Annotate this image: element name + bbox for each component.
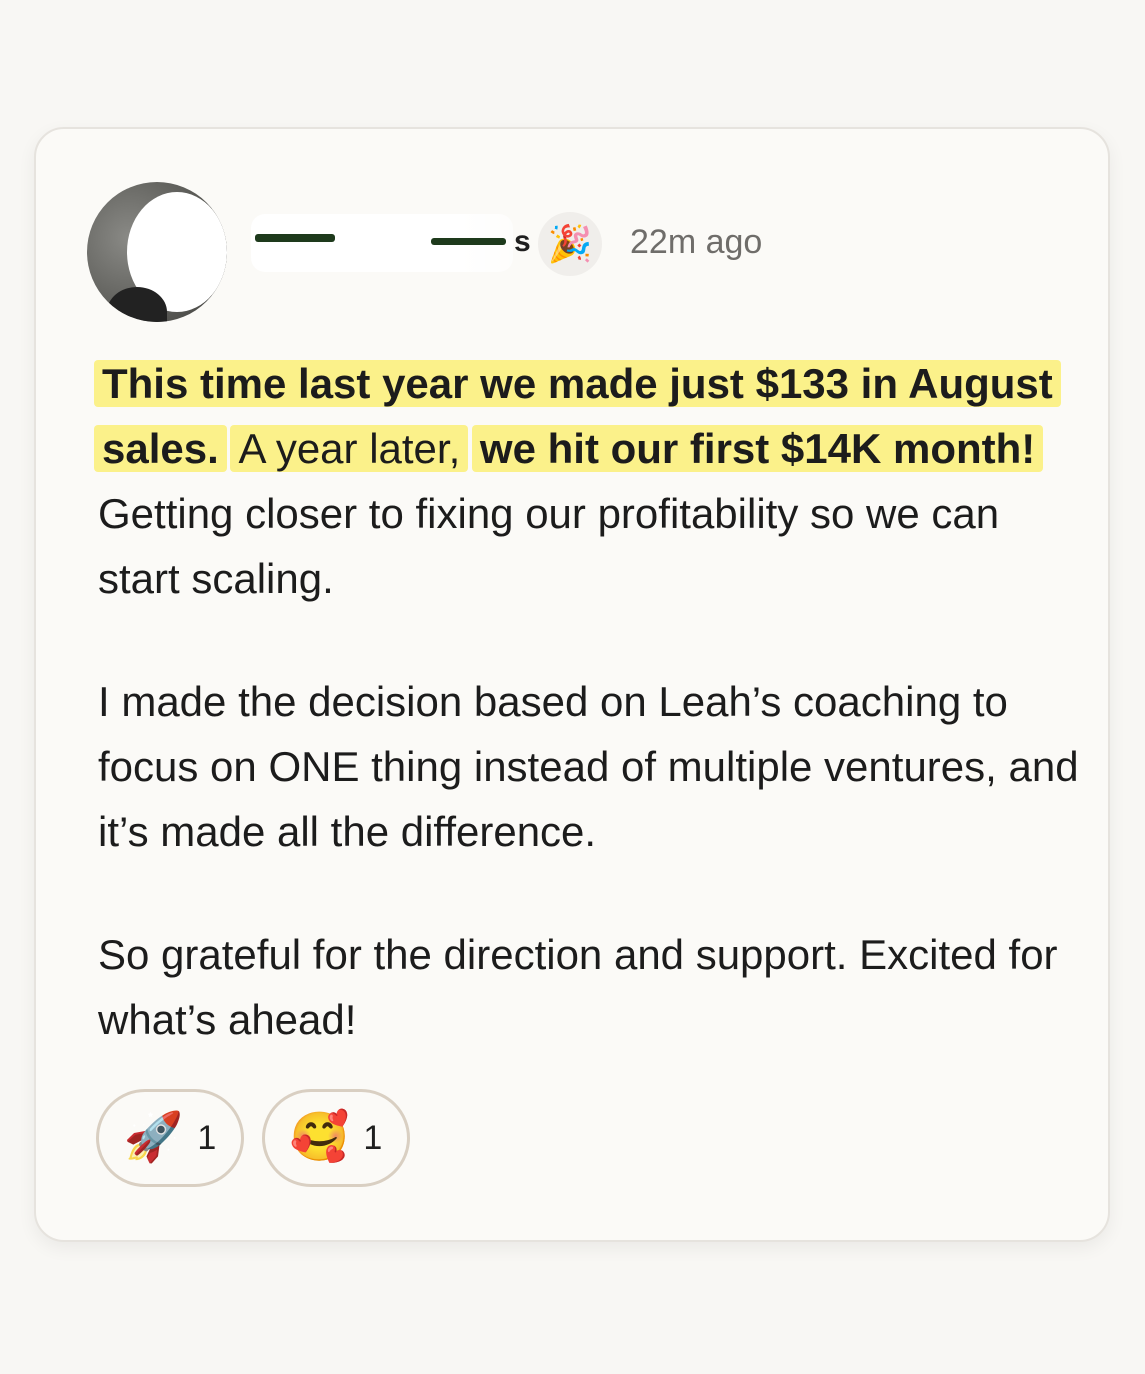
reaction-rocket-button[interactable]: 🚀 1 <box>96 1089 244 1187</box>
post-body: This time last year we made just $133 in… <box>94 351 1088 1052</box>
rocket-icon: 🚀 <box>123 1111 184 1164</box>
author-name-redacted[interactable] <box>251 214 513 272</box>
author-name-suffix[interactable]: s <box>514 225 531 259</box>
paragraph-1-rest: Getting closer to fixing our profitabili… <box>98 490 1000 602</box>
post-paragraph-3: So grateful for the direction and suppor… <box>98 931 1058 1043</box>
party-popper-icon: 🎉 <box>538 212 602 276</box>
avatar[interactable] <box>87 182 227 322</box>
post-card: s 🎉 22m ago This time last year we made … <box>34 127 1110 1242</box>
highlight-text-2: we hit our first $14K month! <box>471 425 1044 472</box>
reaction-count: 1 <box>363 1118 383 1157</box>
highlight-text-mid: A year later, <box>230 425 469 472</box>
reaction-smiling-hearts-button[interactable]: 🥰 1 <box>262 1089 410 1187</box>
post-paragraph-1: This time last year we made just $133 in… <box>94 351 1088 611</box>
smiling-face-with-hearts-icon: 🥰 <box>289 1111 350 1164</box>
post-paragraph-2: I made the decision based on Leah’s coac… <box>98 678 1079 855</box>
reactions-bar: 🚀 1 🥰 1 <box>96 1089 410 1187</box>
post-timestamp: 22m ago <box>630 223 763 261</box>
reaction-count: 1 <box>197 1118 217 1157</box>
